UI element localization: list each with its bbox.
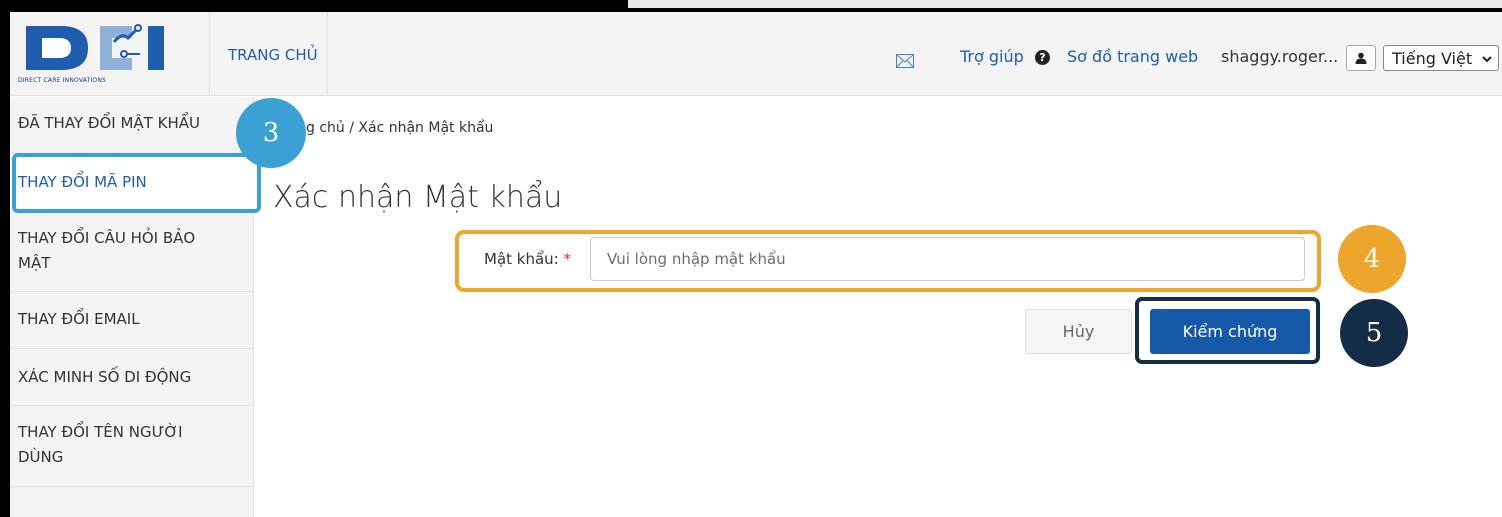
step-5-badge: 5 bbox=[1340, 299, 1408, 367]
verify-button[interactable]: Kiểm chứng bbox=[1150, 309, 1310, 354]
sidebar-item-change-email[interactable]: THAY ĐỔI EMAIL bbox=[10, 292, 254, 349]
logo-area[interactable]: DIRECT CARE INNOVATIONS bbox=[10, 12, 210, 96]
required-asterisk: * bbox=[563, 250, 572, 268]
sidebar-item-verify-mobile[interactable]: XÁC MINH SỐ DI ĐỘNG bbox=[10, 349, 254, 406]
help-link[interactable]: Trợ giúp bbox=[960, 47, 1024, 66]
help-circle-icon[interactable]: ? bbox=[1035, 50, 1050, 65]
sitemap-link[interactable]: Sơ đồ trang web bbox=[1067, 47, 1198, 66]
password-input[interactable] bbox=[590, 237, 1305, 281]
mail-icon[interactable] bbox=[896, 54, 914, 68]
step-4-badge: 4 bbox=[1338, 225, 1406, 293]
app-window: DIRECT CARE INNOVATIONS TRANG CHỦ Trợ gi… bbox=[10, 12, 1502, 517]
breadcrumb: g chủ / Xác nhận Mật khẩu bbox=[306, 120, 494, 136]
logo-tagline: DIRECT CARE INNOVATIONS bbox=[18, 77, 107, 84]
user-icon bbox=[1355, 52, 1367, 64]
password-label-text: Mật khẩu: bbox=[484, 250, 559, 268]
language-select-value: Tiếng Việt bbox=[1392, 49, 1473, 68]
sidebar-item-label: THAY ĐỔI EMAIL bbox=[18, 310, 140, 328]
username-label[interactable]: shaggy.roger... bbox=[1221, 47, 1338, 66]
password-label: Mật khẩu: * bbox=[484, 250, 571, 268]
nav-home-label: TRANG CHỦ bbox=[228, 46, 318, 64]
user-menu-button[interactable] bbox=[1346, 45, 1376, 71]
cancel-button[interactable]: Hủy bbox=[1025, 309, 1132, 354]
sidebar-item-label: THAY ĐỔI CÂU HỎI BẢO MẬT bbox=[18, 229, 196, 272]
sidebar-item-label: THAY ĐỔI TÊN NGƯỜI DÙNG bbox=[18, 423, 183, 466]
screen-edge bbox=[628, 0, 1502, 8]
step-3-badge: 3 bbox=[236, 98, 306, 168]
top-navbar: DIRECT CARE INNOVATIONS TRANG CHỦ Trợ gi… bbox=[10, 12, 1502, 96]
step-3-highlight bbox=[12, 153, 261, 213]
sidebar-item-label: ĐÃ THAY ĐỔI MẬT KHẨU bbox=[18, 114, 200, 132]
dci-logo bbox=[26, 24, 164, 70]
page-title: Xác nhận Mật khẩu bbox=[273, 180, 563, 215]
chevron-down-icon bbox=[1482, 56, 1492, 63]
sidebar-item-changed-password[interactable]: ĐÃ THAY ĐỔI MẬT KHẨU bbox=[10, 97, 254, 154]
nav-home[interactable]: TRANG CHỦ bbox=[210, 12, 328, 96]
sidebar-item-label: XÁC MINH SỐ DI ĐỘNG bbox=[18, 368, 192, 386]
sidebar-item-change-username[interactable]: THAY ĐỔI TÊN NGƯỜI DÙNG bbox=[10, 406, 254, 487]
language-select[interactable]: Tiếng Việt bbox=[1383, 45, 1499, 71]
sidebar-item-change-security-question[interactable]: THAY ĐỔI CÂU HỎI BẢO MẬT bbox=[10, 212, 254, 292]
